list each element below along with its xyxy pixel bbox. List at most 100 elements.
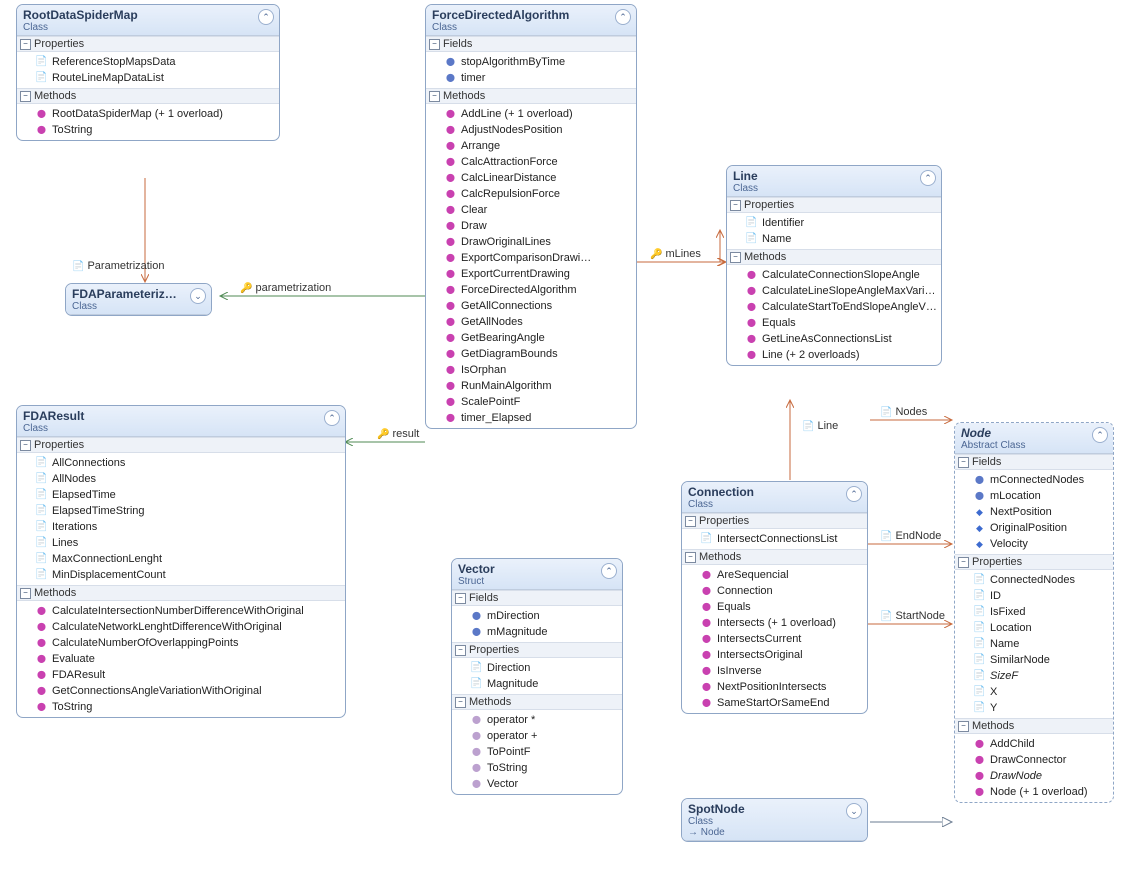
expand-icon[interactable]: ⌄ bbox=[190, 288, 206, 304]
member-item[interactable]: Y bbox=[955, 700, 1113, 716]
member-item[interactable]: GetAllNodes bbox=[426, 314, 636, 330]
expander-icon[interactable]: − bbox=[429, 39, 440, 50]
collapse-icon[interactable]: ⌃ bbox=[846, 486, 862, 502]
member-item[interactable]: Clear bbox=[426, 202, 636, 218]
member-item[interactable]: MaxConnectionLenght bbox=[17, 551, 345, 567]
collapse-icon[interactable]: ⌃ bbox=[920, 170, 936, 186]
member-item[interactable]: Lines bbox=[17, 535, 345, 551]
member-item[interactable]: DrawConnector bbox=[955, 752, 1113, 768]
section-methods[interactable]: − Methods bbox=[426, 88, 636, 104]
class-title[interactable]: SpotNode Class → Node ⌄ bbox=[682, 799, 867, 841]
class-title[interactable]: Line Class ⌃ bbox=[727, 166, 941, 197]
class-connection[interactable]: Connection Class ⌃ − Properties Intersec… bbox=[681, 481, 868, 714]
field-item[interactable]: Velocity bbox=[955, 536, 1113, 552]
class-title[interactable]: FDAParameteriz… Class ⌄ bbox=[66, 284, 211, 315]
member-item[interactable]: AddChild bbox=[955, 736, 1113, 752]
member-item[interactable]: ToPointF bbox=[452, 744, 622, 760]
class-title[interactable]: FDAResult Class ⌃ bbox=[17, 406, 345, 437]
class-title[interactable]: Connection Class ⌃ bbox=[682, 482, 867, 513]
member-item[interactable]: Arrange bbox=[426, 138, 636, 154]
member-item[interactable]: Line (+ 2 overloads) bbox=[727, 347, 941, 363]
expander-icon[interactable]: − bbox=[20, 588, 31, 599]
member-item[interactable]: Node (+ 1 overload) bbox=[955, 784, 1113, 800]
member-item[interactable]: CalcLinearDistance bbox=[426, 170, 636, 186]
section-fields[interactable]: − Fields bbox=[452, 590, 622, 606]
expander-icon[interactable]: − bbox=[730, 252, 741, 263]
class-fdaparameteriz[interactable]: FDAParameteriz… Class ⌄ bbox=[65, 283, 212, 316]
member-item[interactable]: Equals bbox=[727, 315, 941, 331]
section-methods[interactable]: − Methods bbox=[682, 549, 867, 565]
member-item[interactable]: operator * bbox=[452, 712, 622, 728]
member-item[interactable]: ForceDirectedAlgorithm bbox=[426, 282, 636, 298]
member-item[interactable]: NextPositionIntersects bbox=[682, 679, 867, 695]
member-item[interactable]: SimilarNode bbox=[955, 652, 1113, 668]
class-forcedirectedalgorithm[interactable]: ForceDirectedAlgorithm Class ⌃ − Fields … bbox=[425, 4, 637, 429]
member-item[interactable]: Direction bbox=[452, 660, 622, 676]
member-item[interactable]: ElapsedTimeString bbox=[17, 503, 345, 519]
member-item[interactable]: ExportCurrentDrawing bbox=[426, 266, 636, 282]
member-item[interactable]: AddLine (+ 1 overload) bbox=[426, 106, 636, 122]
member-item[interactable]: IsOrphan bbox=[426, 362, 636, 378]
expander-icon[interactable]: − bbox=[455, 697, 466, 708]
section-methods[interactable]: − Methods bbox=[452, 694, 622, 710]
section-methods[interactable]: − Methods bbox=[17, 88, 279, 104]
member-item[interactable]: CalculateIntersectionNumberDifferenceWit… bbox=[17, 603, 345, 619]
class-title[interactable]: Vector Struct ⌃ bbox=[452, 559, 622, 590]
member-item[interactable]: AreSequencial bbox=[682, 567, 867, 583]
member-item[interactable]: CalculateNetworkLenghtDifferenceWithOrig… bbox=[17, 619, 345, 635]
member-item[interactable]: ConnectedNodes bbox=[955, 572, 1113, 588]
member-item[interactable]: ID bbox=[955, 588, 1113, 604]
expander-icon[interactable]: − bbox=[685, 516, 696, 527]
member-item[interactable]: AllNodes bbox=[17, 471, 345, 487]
section-fields[interactable]: − Fields bbox=[955, 454, 1113, 470]
class-line[interactable]: Line Class ⌃ − Properties IdentifierName… bbox=[726, 165, 942, 366]
member-item[interactable]: ReferenceStopMapsData bbox=[17, 54, 279, 70]
member-item[interactable]: ToString bbox=[452, 760, 622, 776]
member-item[interactable]: Identifier bbox=[727, 215, 941, 231]
member-item[interactable]: IntersectConnectionsList bbox=[682, 531, 867, 547]
field-item[interactable]: stopAlgorithmByTime bbox=[426, 54, 636, 70]
section-methods[interactable]: − Methods bbox=[955, 718, 1113, 734]
field-item[interactable]: timer bbox=[426, 70, 636, 86]
expander-icon[interactable]: − bbox=[958, 457, 969, 468]
collapse-icon[interactable]: ⌃ bbox=[258, 9, 274, 25]
section-properties[interactable]: − Properties bbox=[17, 36, 279, 52]
class-title[interactable]: RootDataSpiderMap Class ⌃ bbox=[17, 5, 279, 36]
field-item[interactable]: OriginalPosition bbox=[955, 520, 1113, 536]
expander-icon[interactable]: − bbox=[455, 645, 466, 656]
field-item[interactable]: NextPosition bbox=[955, 504, 1113, 520]
section-properties[interactable]: − Properties bbox=[682, 513, 867, 529]
class-title[interactable]: ForceDirectedAlgorithm Class ⌃ bbox=[426, 5, 636, 36]
member-item[interactable]: Evaluate bbox=[17, 651, 345, 667]
member-item[interactable]: Iterations bbox=[17, 519, 345, 535]
member-item[interactable]: GetDiagramBounds bbox=[426, 346, 636, 362]
section-properties[interactable]: − Properties bbox=[452, 642, 622, 658]
member-item[interactable]: Location bbox=[955, 620, 1113, 636]
section-fields[interactable]: − Fields bbox=[426, 36, 636, 52]
member-item[interactable]: ScalePointF bbox=[426, 394, 636, 410]
member-item[interactable]: FDAResult bbox=[17, 667, 345, 683]
expander-icon[interactable]: − bbox=[958, 721, 969, 732]
field-item[interactable]: mMagnitude bbox=[452, 624, 622, 640]
field-item[interactable]: mDirection bbox=[452, 608, 622, 624]
member-item[interactable]: AdjustNodesPosition bbox=[426, 122, 636, 138]
expander-icon[interactable]: − bbox=[455, 593, 466, 604]
member-item[interactable]: CalculateConnectionSlopeAngle bbox=[727, 267, 941, 283]
member-item[interactable]: ToString bbox=[17, 122, 279, 138]
member-item[interactable]: CalculateLineSlopeAngleMaxVari… bbox=[727, 283, 941, 299]
member-item[interactable]: CalculateNumberOfOverlappingPoints bbox=[17, 635, 345, 651]
member-item[interactable]: GetAllConnections bbox=[426, 298, 636, 314]
field-item[interactable]: mLocation bbox=[955, 488, 1113, 504]
expander-icon[interactable]: − bbox=[685, 552, 696, 563]
section-methods[interactable]: − Methods bbox=[17, 585, 345, 601]
member-item[interactable]: SizeF bbox=[955, 668, 1113, 684]
member-item[interactable]: IsInverse bbox=[682, 663, 867, 679]
expander-icon[interactable]: − bbox=[730, 200, 741, 211]
expander-icon[interactable]: − bbox=[429, 91, 440, 102]
member-item[interactable]: IntersectsCurrent bbox=[682, 631, 867, 647]
class-title[interactable]: Node Abstract Class ⌃ bbox=[955, 423, 1113, 454]
collapse-icon[interactable]: ⌃ bbox=[1092, 427, 1108, 443]
section-properties[interactable]: − Properties bbox=[17, 437, 345, 453]
class-fdaresult[interactable]: FDAResult Class ⌃ − Properties AllConnec… bbox=[16, 405, 346, 718]
member-item[interactable]: IsFixed bbox=[955, 604, 1113, 620]
